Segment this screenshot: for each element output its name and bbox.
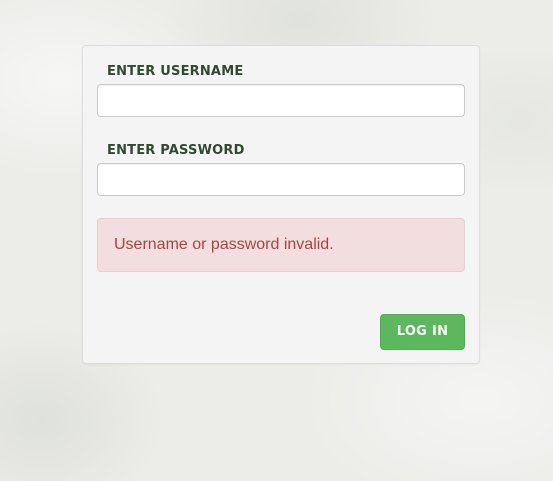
username-label: ENTER USERNAME — [107, 64, 244, 79]
error-alert: Username or password invalid. — [97, 218, 465, 272]
password-input[interactable] — [97, 163, 465, 196]
login-panel: ENTER USERNAME ENTER PASSWORD Username o… — [82, 45, 480, 364]
password-label: ENTER PASSWORD — [107, 143, 245, 158]
username-input[interactable] — [97, 84, 465, 117]
login-button[interactable]: LOG IN — [380, 314, 465, 350]
